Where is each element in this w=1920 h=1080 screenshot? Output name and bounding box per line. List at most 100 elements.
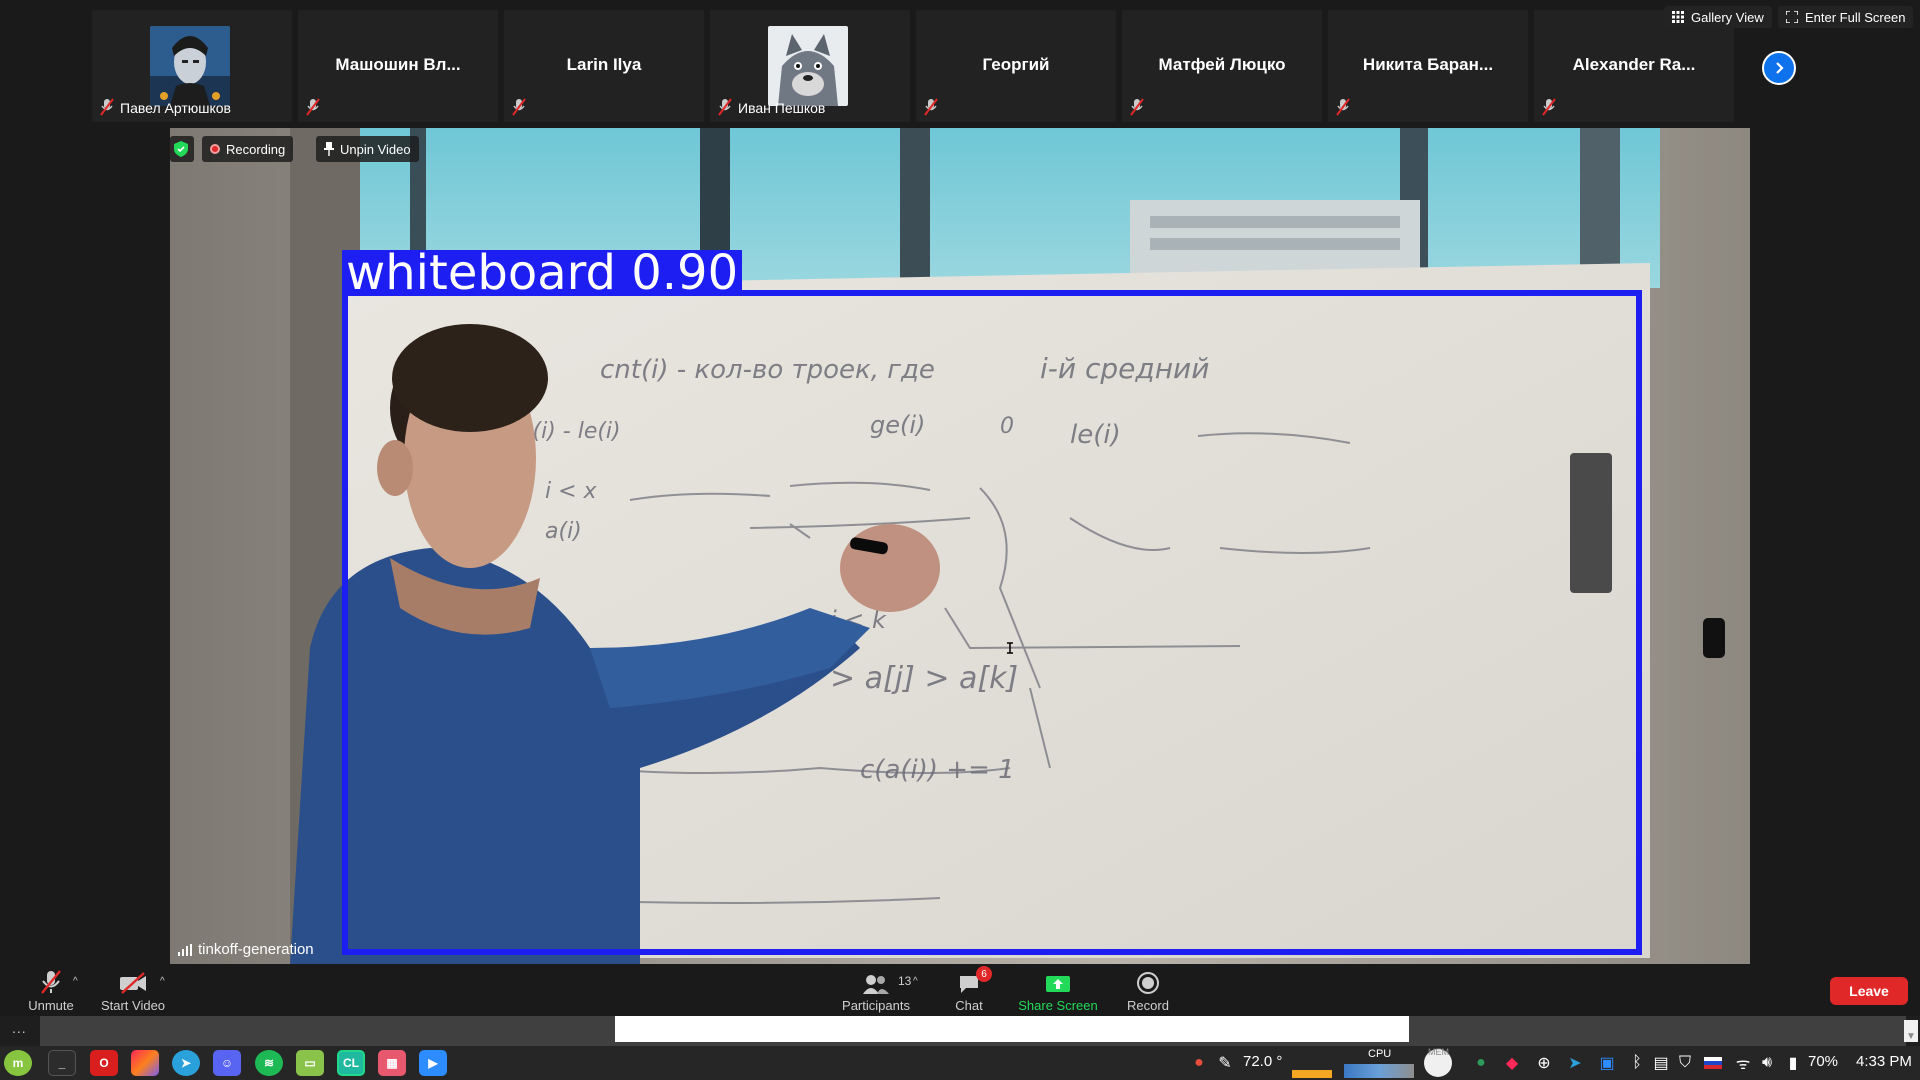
participants-button[interactable]: 13 Participants	[838, 970, 914, 1013]
full-screen-label: Enter Full Screen	[1805, 9, 1906, 25]
os-taskbar: m _ O ➤ ☺ ≋ ▭ CL ▦ ▶ ● ✎ 72.0 ° CPU MEM …	[0, 1046, 1920, 1080]
clion-icon[interactable]: CL	[337, 1050, 365, 1076]
share-screen-icon	[1046, 976, 1070, 992]
meeting-controls-bar: Unmute ^ Start Video ^ 13 Participants ^…	[0, 964, 1920, 1016]
participants-count: 13	[898, 974, 912, 988]
recording-dot-icon	[210, 144, 220, 154]
recording-indicator[interactable]: Recording	[202, 136, 294, 162]
telegram-icon[interactable]: ➤	[172, 1050, 200, 1076]
pin-icon	[324, 142, 334, 156]
clipboard-icon[interactable]: ▤	[1652, 1054, 1670, 1072]
detection-label: whiteboard 0.90	[342, 249, 743, 297]
toolbox-tray-icon[interactable]: ◆	[1503, 1054, 1521, 1072]
unpin-video-button[interactable]: Unpin Video	[316, 136, 419, 162]
wifi-icon[interactable]: ᯤ	[1734, 1054, 1752, 1073]
participant-strip: Павел Артюшков Машошин Вл... Larin Ilya …	[0, 0, 1920, 128]
participants-label: Participants	[842, 998, 910, 1013]
battery-percentage: 70%	[1808, 1053, 1839, 1070]
muted-mic-icon	[1130, 98, 1144, 116]
participant-name: Павел Артюшков	[120, 100, 231, 116]
more-options-button[interactable]: ...	[12, 1020, 27, 1036]
chat-label: Chat	[955, 998, 983, 1013]
volume-icon[interactable]: 🔊︎	[1758, 1054, 1776, 1072]
terminal-icon[interactable]: _	[48, 1050, 76, 1076]
participant-tile[interactable]: Иван Пешков	[710, 10, 910, 122]
files-icon[interactable]: ▭	[296, 1050, 324, 1076]
leave-button[interactable]: Leave	[1830, 977, 1908, 1005]
muted-mic-icon	[100, 98, 114, 116]
chevron-up-icon[interactable]: ^	[160, 976, 165, 987]
participant-tile[interactable]: Павел Артюшков	[92, 10, 292, 122]
participant-tile[interactable]: Никита Баран...	[1328, 10, 1528, 122]
muted-mic-icon	[718, 98, 732, 116]
unmute-button[interactable]: Unmute	[26, 970, 76, 1013]
chevron-up-icon[interactable]: ^	[913, 976, 918, 987]
telegram-tray-icon[interactable]: ➤	[1566, 1054, 1584, 1072]
signal-bars-icon	[178, 943, 192, 956]
location-pin-icon[interactable]: ●	[1190, 1054, 1208, 1072]
avatar	[150, 26, 230, 106]
start-video-button[interactable]: Start Video	[98, 970, 168, 1013]
bluetooth-icon[interactable]: ᛒ	[1628, 1054, 1646, 1072]
participant-name: Иван Пешков	[738, 100, 826, 116]
horizontal-scrollbar[interactable]	[40, 1016, 1906, 1046]
muted-mic-icon	[924, 98, 938, 116]
app-grid-icon[interactable]: ▦	[378, 1050, 406, 1076]
discord-icon[interactable]: ☺	[213, 1050, 241, 1076]
cpu-graph	[1344, 1064, 1414, 1078]
muted-mic-icon	[306, 98, 320, 116]
participant-tile[interactable]: Матфей Люцко	[1122, 10, 1322, 122]
memory-graph-label: MEM	[1428, 1047, 1449, 1057]
scrollbar-thumb[interactable]	[615, 1016, 1409, 1042]
steam-icon[interactable]: ⊕	[1535, 1054, 1553, 1072]
participant-tile[interactable]: Larin Ilya	[504, 10, 704, 122]
muted-mic-icon	[1336, 98, 1350, 116]
recording-label: Recording	[226, 141, 286, 157]
temperature-graph	[1292, 1070, 1332, 1078]
share-screen-label: Share Screen	[1018, 998, 1098, 1013]
speaker-name-tag: tinkoff-generation	[178, 941, 314, 958]
security-shield-icon[interactable]: ⛉	[1676, 1054, 1694, 1072]
gallery-view-button[interactable]: Gallery View	[1664, 6, 1772, 28]
cpu-graph-label: CPU	[1368, 1048, 1392, 1060]
lower-bar: ... ▼	[0, 1016, 1920, 1046]
video-off-icon	[120, 972, 146, 994]
share-screen-button[interactable]: Share Screen	[1016, 970, 1100, 1013]
participant-name: Георгий	[982, 55, 1050, 74]
record-label: Record	[1127, 998, 1169, 1013]
zoom-app-icon[interactable]: ▶	[419, 1050, 447, 1076]
participant-name: Alexander Ra...	[1572, 55, 1696, 74]
start-video-label: Start Video	[100, 998, 166, 1013]
shield-icon	[174, 141, 188, 157]
record-icon	[1137, 972, 1159, 994]
encryption-shield-badge[interactable]	[170, 136, 194, 162]
muted-mic-icon	[512, 98, 526, 116]
record-button[interactable]: Record	[1124, 970, 1172, 1013]
participants-icon	[863, 975, 889, 994]
next-page-button[interactable]	[1762, 51, 1796, 85]
participant-tile[interactable]: Георгий	[916, 10, 1116, 122]
participant-name: Larin Ilya	[566, 55, 642, 74]
gallery-view-label: Gallery View	[1691, 9, 1764, 25]
keyboard-layout-flag-icon[interactable]	[1704, 1054, 1722, 1072]
grid-icon	[1672, 11, 1684, 23]
chat-button[interactable]: 6 Chat	[948, 966, 992, 1013]
spotify-icon[interactable]: ≋	[255, 1050, 283, 1076]
pen-icon[interactable]: ✎	[1216, 1054, 1234, 1072]
jetbrains-toolbox-icon[interactable]	[131, 1050, 159, 1076]
avatar	[768, 26, 848, 106]
participant-name: Матфей Люцко	[1158, 55, 1286, 74]
fullscreen-icon	[1786, 11, 1798, 23]
participant-tile[interactable]: Машошин Вл...	[298, 10, 498, 122]
clock[interactable]: 4:33 PM	[1856, 1053, 1912, 1070]
unpin-video-label: Unpin Video	[340, 141, 411, 157]
opera-icon[interactable]: O	[90, 1050, 118, 1076]
battery-icon[interactable]: ▮	[1784, 1054, 1802, 1072]
zoom-tray-icon[interactable]: ▣	[1598, 1054, 1616, 1072]
scroll-down-arrow-icon[interactable]: ▼	[1904, 1020, 1918, 1042]
enter-full-screen-button[interactable]: Enter Full Screen	[1778, 6, 1914, 28]
vpn-icon[interactable]: ●	[1472, 1054, 1490, 1072]
mint-menu-icon[interactable]: m	[4, 1050, 32, 1076]
chevron-up-icon[interactable]: ^	[73, 976, 78, 987]
main-video[interactable]: cnt(i) - кол-во троек, где i-й средний g…	[170, 128, 1750, 964]
